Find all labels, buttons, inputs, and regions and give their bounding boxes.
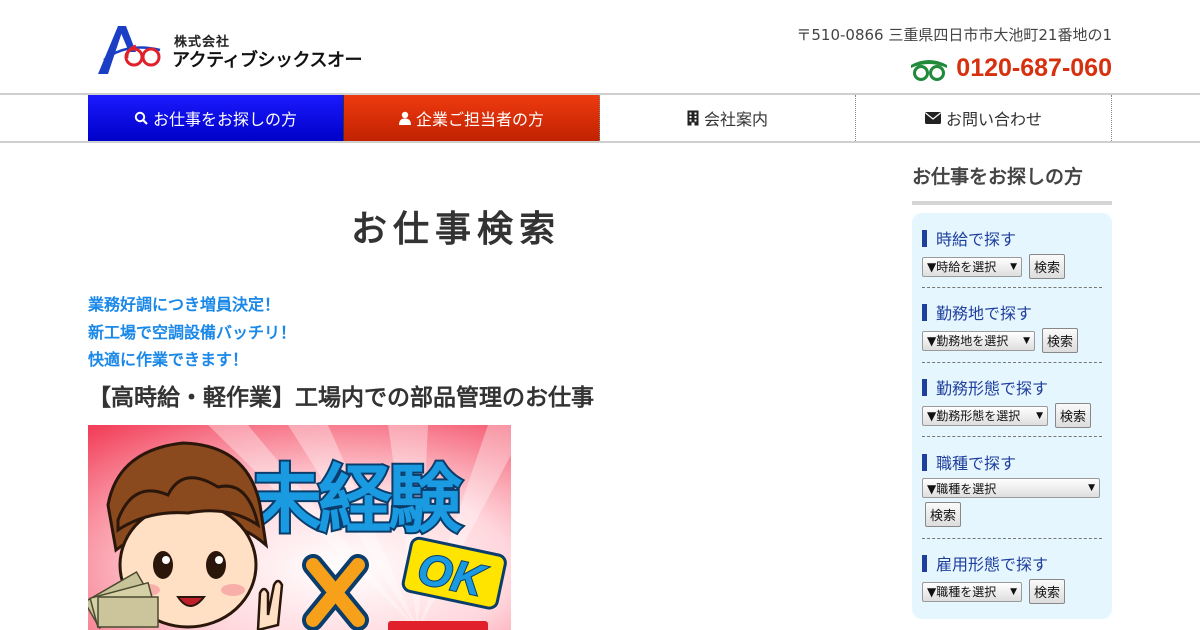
job-search-panel: 時給で探す ▼時給を選択 ▼ 検索 勤務地で探す ▼勤務地を選択 ▼ 検索 勤務形態…	[912, 213, 1112, 619]
section-label: 雇用形態で探す	[936, 555, 1049, 574]
nav-item-label: 会社案内	[703, 110, 768, 129]
dropdown-caret-icon: ▼	[1010, 261, 1017, 272]
nav-item-label: 企業ご担当者の方	[415, 110, 544, 129]
dropdown-caret-icon: ▼	[1036, 410, 1043, 421]
dropdown-caret-icon: ▼	[1023, 335, 1030, 346]
section-divider	[922, 538, 1102, 539]
work-style-select[interactable]: ▼勤務形態を選択 ▼	[922, 405, 1048, 426]
site-header: 株式会社 アクティブシックスオー 〒510-0866 三重県四日市市大池町21番…	[0, 0, 1200, 93]
section-label: 勤務形態で探す	[936, 379, 1049, 398]
phone-contact[interactable]: 0120-687-060	[910, 54, 1112, 83]
job-title[interactable]: 【高時給・軽作業】工場内での部品管理のお仕事	[88, 378, 594, 412]
nav-item-companies[interactable]: 企業ご担当者の方	[344, 95, 600, 141]
section-divider	[922, 362, 1102, 363]
logo-mark-icon	[98, 26, 161, 74]
section-label: 勤務地で探す	[936, 304, 1033, 323]
job-banner-image[interactable]: 未経験 OK	[88, 425, 511, 630]
freedial-icon	[911, 59, 948, 81]
phone-number[interactable]: 0120-687-060	[956, 54, 1112, 83]
nav-item-label: お仕事をお探しの方	[152, 110, 297, 129]
job-type-search-button[interactable]: 検索	[925, 502, 962, 527]
banner-illustration: 未経験 OK	[88, 425, 511, 630]
dropdown-caret-icon: ▼	[1010, 586, 1017, 597]
banner-headline-text: 未経験	[248, 457, 463, 543]
search-icon	[134, 111, 148, 125]
search-by-location: 勤務地で探す ▼勤務地を選択 ▼ 検索	[922, 302, 1102, 353]
page-title: お仕事検索	[350, 209, 561, 250]
section-label: 職種で探す	[936, 454, 1017, 473]
wage-select[interactable]: ▼時給を選択 ▼	[922, 256, 1022, 277]
job-type-select[interactable]: ▼職種を選択 ▼	[922, 478, 1100, 498]
search-by-employment-type: 雇用形態で探す ▼職種を選択 ▼ 検索	[922, 553, 1102, 604]
job-lead-text: 業務好調につき増員決定！ 新工場で空調設備バッチリ！ 快適に作業できます！	[88, 291, 296, 374]
search-by-work-style: 勤務形態で探す ▼勤務形態を選択 ▼ 検索	[922, 377, 1102, 428]
section-divider	[922, 436, 1102, 437]
wage-search-button[interactable]: 検索	[1029, 254, 1066, 279]
nav-item-job-seekers[interactable]: お仕事をお探しの方	[88, 95, 344, 141]
company-address: 〒510-0866 三重県四日市市大池町21番地の1	[796, 26, 1112, 44]
section-label: 時給で探す	[936, 230, 1017, 249]
dropdown-caret-icon: ▼	[1088, 483, 1095, 493]
user-icon	[398, 111, 411, 125]
work-style-search-button[interactable]: 検索	[1055, 403, 1092, 428]
building-icon	[687, 110, 699, 126]
lead-line: 新工場で空調設備バッチリ！	[88, 322, 297, 342]
location-search-button[interactable]: 検索	[1042, 328, 1079, 353]
sidebar-heading: お仕事をお探しの方	[912, 162, 1112, 205]
nav-item-contact[interactable]: お問い合わせ	[856, 95, 1112, 141]
lead-line: 業務好調につき増員決定！	[88, 295, 281, 314]
site-logo[interactable]: 株式会社 アクティブシックスオー	[96, 22, 381, 76]
location-select[interactable]: ▼勤務地を選択 ▼	[922, 330, 1035, 351]
global-nav: お仕事をお探しの方 企業ご担当者の方 会社案内 お問い合わせ	[0, 93, 1200, 143]
employment-type-search-button[interactable]: 検索	[1029, 579, 1066, 604]
nav-item-label: お問い合わせ	[945, 110, 1042, 129]
nav-item-company-info[interactable]: 会社案内	[600, 95, 856, 141]
search-by-wage: 時給で探す ▼時給を選択 ▼ 検索	[922, 228, 1102, 279]
section-divider	[922, 287, 1102, 288]
envelope-icon	[924, 112, 941, 124]
lead-line: 快適に作業できます！	[88, 350, 249, 369]
employment-type-select[interactable]: ▼職種を選択 ▼	[922, 581, 1022, 602]
logo-text-company-name: アクティブシックスオー	[172, 50, 362, 71]
search-by-job-type: 職種で探す ▼職種を選択 ▼ 検索	[922, 452, 1102, 527]
